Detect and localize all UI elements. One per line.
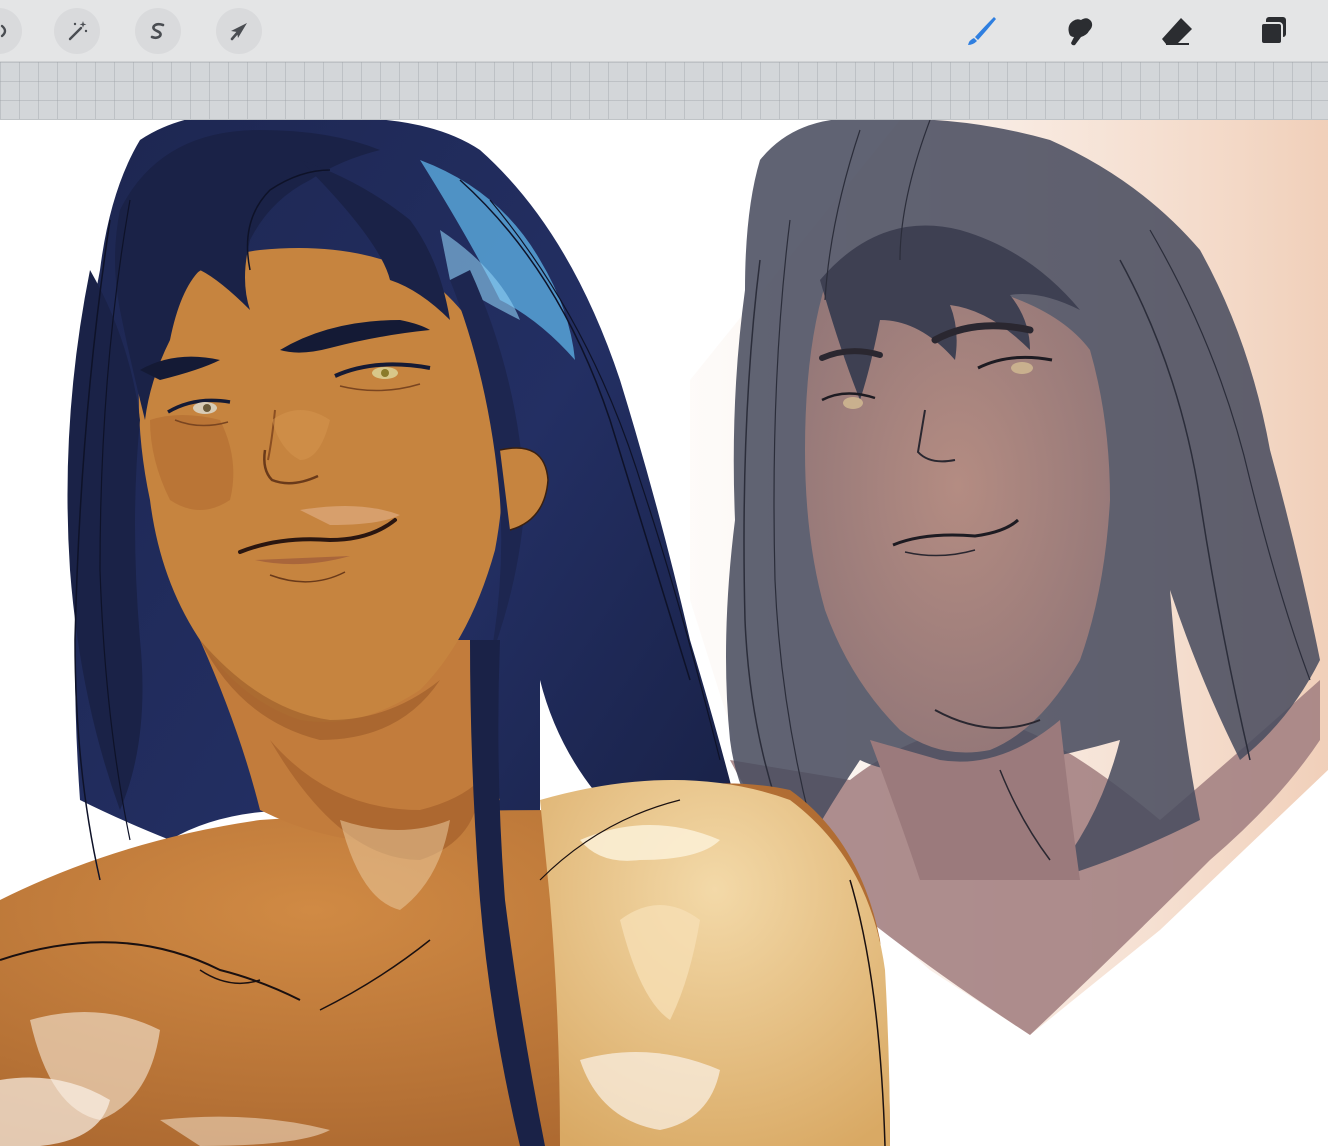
- arrow-cursor-icon: [230, 23, 247, 41]
- adjustments-icon[interactable]: [54, 8, 100, 54]
- magic-wand-icon: [68, 21, 88, 41]
- smudge-tool-button[interactable]: [1056, 8, 1102, 54]
- actions-icon[interactable]: [0, 8, 22, 54]
- eraser-tool-button[interactable]: [1154, 8, 1200, 54]
- eraser-icon: [1162, 18, 1192, 45]
- selection-s-icon: [150, 22, 165, 40]
- brush-tool-button[interactable]: [958, 8, 1004, 54]
- brush-icon: [968, 17, 996, 45]
- transform-icon[interactable]: [216, 8, 262, 54]
- layers-icon: [1260, 17, 1286, 45]
- top-toolbar: [0, 0, 1328, 62]
- artwork: [0, 120, 1328, 1146]
- layers-tool-button[interactable]: [1251, 8, 1297, 54]
- drawing-canvas[interactable]: [0, 120, 1328, 1146]
- selection-icon[interactable]: [135, 8, 181, 54]
- canvas-grid-margin: [0, 62, 1328, 120]
- actions-icon-glyph: [0, 24, 7, 38]
- drawing-app: [0, 0, 1328, 1146]
- smudge-icon: [1068, 18, 1093, 46]
